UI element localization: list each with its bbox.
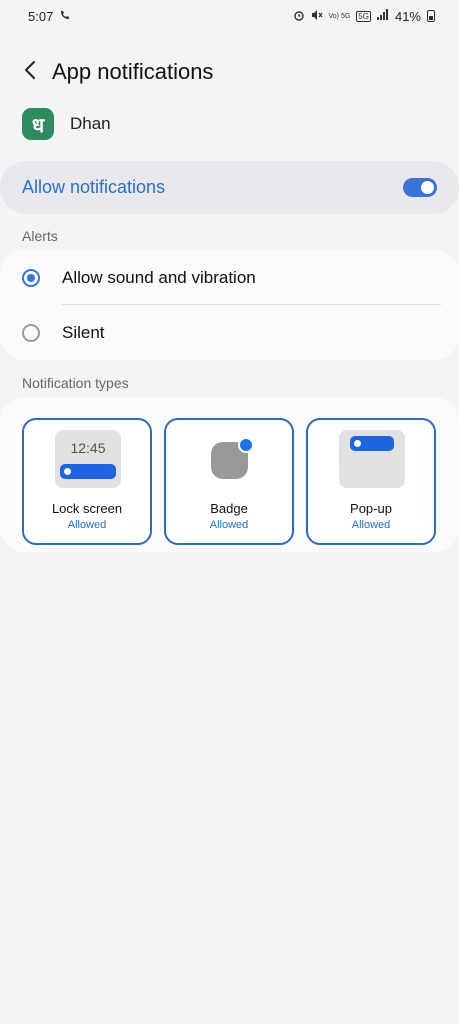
notification-types-card: 12:45 Lock screen Allowed Badge Allowed … (0, 397, 459, 552)
tile-title: Badge (210, 501, 248, 516)
back-button[interactable] (16, 52, 44, 92)
allow-notifications-row[interactable]: Allow notifications (0, 161, 459, 214)
status-bar-right: Vo) 5G 5G 41% (293, 8, 435, 24)
allow-notifications-label: Allow notifications (22, 177, 166, 197)
popup-bar-icon (350, 436, 394, 451)
app-name: Dhan (70, 114, 111, 133)
mute-icon (311, 9, 323, 24)
signal-icon (376, 9, 389, 23)
badge-dot-icon (238, 437, 254, 453)
tile-title: Pop-up (350, 501, 392, 516)
notification-dot (354, 440, 361, 447)
alerts-section-label: Alerts (22, 228, 58, 244)
type-tile-lock-screen[interactable]: 12:45 Lock screen Allowed (22, 418, 152, 545)
alerts-card: Allow sound and vibration Silent (0, 250, 459, 360)
tile-status: Allowed (209, 519, 249, 531)
type-tile-badge[interactable]: Badge Allowed (164, 418, 294, 545)
alarm-icon (293, 9, 305, 24)
battery-percent: 41% (394, 8, 421, 24)
type-tile-popup[interactable]: Pop-up Allowed (306, 418, 436, 545)
wifi-calling-icon (59, 9, 71, 24)
tile-status: Allowed (67, 519, 107, 531)
tile-title: Lock screen (51, 501, 123, 516)
status-bar-left: 5:07 (28, 9, 71, 24)
popup-preview (339, 430, 405, 488)
app-info: ध Dhan (22, 108, 111, 140)
lock-screen-time: 12:45 (70, 440, 106, 456)
toggle-knob (421, 181, 434, 194)
alert-option-silent[interactable]: Silent (0, 305, 459, 360)
notification-dot (64, 468, 71, 475)
lock-screen-preview: 12:45 (55, 430, 121, 488)
alert-option-sound-vibration[interactable]: Allow sound and vibration (0, 250, 459, 305)
radio-selected[interactable] (22, 268, 40, 287)
chevron-left-icon (24, 60, 36, 85)
page-title: App notifications (52, 59, 214, 84)
status-time: 5:07 (28, 8, 54, 24)
header: App notifications (16, 52, 443, 92)
app-icon: ध (22, 108, 54, 140)
network-5g-icon: 5G (356, 10, 371, 22)
notification-bar-icon (60, 464, 116, 479)
status-bar: 5:07 Vo) 5G 5G 41% (0, 0, 459, 32)
alert-option-label: Silent (62, 322, 105, 342)
volte-icon: Vo) 5G (328, 12, 351, 20)
notification-types-section-label: Notification types (22, 375, 129, 391)
battery-icon (427, 10, 435, 22)
allow-notifications-toggle[interactable] (403, 178, 437, 197)
tile-status: Allowed (351, 519, 391, 531)
radio-unselected[interactable] (22, 323, 40, 342)
alert-option-label: Allow sound and vibration (62, 267, 256, 287)
